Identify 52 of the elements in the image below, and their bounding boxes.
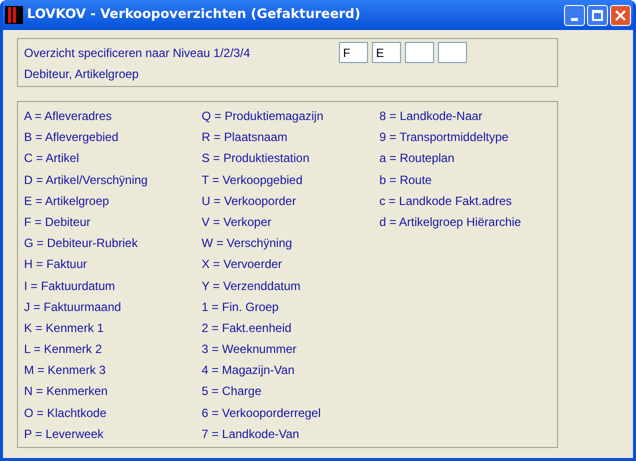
level-field[interactable]: [438, 42, 467, 63]
level-field[interactable]: F: [339, 42, 368, 63]
code-legend-item: 1 = Fin. Groep: [202, 298, 279, 316]
maximize-button[interactable]: [587, 4, 608, 26]
minimize-button[interactable]: [564, 4, 585, 26]
code-legend-item: B = Aflevergebied: [24, 129, 118, 146]
level-field[interactable]: [405, 42, 434, 63]
code-legend-item: R = Plaatsnaam: [202, 129, 288, 146]
code-legend-item: D = Artikel/Verschÿning: [24, 172, 148, 189]
level-description: Debiteur, Artikelgroep: [24, 66, 139, 83]
maximize-icon: [592, 10, 603, 20]
window-title: LOVKOV - Verkoopoverzichten (Gefaktureerd): [27, 6, 360, 24]
code-legend-item: L = Kenmerk 2: [24, 341, 102, 358]
code-legend-item: 9 = Transportmiddeltype: [379, 129, 508, 146]
code-legend-item: W = Verschÿning: [202, 235, 292, 252]
code-legend-item: a = Routeplan: [379, 150, 454, 168]
code-legend-item: U = Verkooporder: [202, 192, 296, 210]
close-button[interactable]: [610, 4, 631, 26]
code-legend-item: N = Kenmerken: [24, 383, 108, 400]
code-legend-item: M = Kenmerk 3: [24, 362, 106, 380]
code-legend-item: T = Verkoopgebied: [202, 172, 303, 189]
code-legend-item: c = Landkode Fakt.adres: [379, 192, 512, 210]
code-legend-item: 5 = Charge: [202, 383, 262, 400]
code-legend-item: Q = Produktiemagazijn: [202, 108, 324, 125]
code-legend-item: I = Faktuurdatum: [24, 278, 116, 294]
code-legend-item: A = Afleveradres: [24, 108, 112, 125]
code-legend-item: F = Debiteur: [24, 214, 90, 231]
code-legend-item: S = Produktiestation: [202, 150, 310, 168]
close-icon: [615, 10, 626, 20]
code-legend-item: P = Leverweek: [24, 426, 104, 443]
code-legend-item: 4 = Magazijn-Van: [202, 362, 295, 380]
minimize-icon: [571, 18, 578, 20]
code-legend-item: d = Artikelgroep Hiërarchie: [379, 214, 522, 231]
code-legend-item: 3 = Weeknummer: [202, 341, 296, 358]
code-legend-item: 7 = Landkode-Van: [202, 426, 300, 443]
code-legend-item: X = Vervoerder: [202, 256, 282, 274]
code-legend-item: C = Artikel: [24, 150, 80, 168]
code-legend-item: K = Kenmerk 1: [24, 320, 104, 337]
code-legend-item: b = Route: [379, 172, 432, 189]
level-field[interactable]: E: [372, 42, 401, 63]
code-legend-item: V = Verkoper: [202, 214, 272, 231]
code-legend-item: 6 = Verkooporderregel: [202, 404, 321, 422]
level-label: Overzicht specificeren naar Niveau 1/2/3/4: [24, 44, 252, 62]
code-legend-item: H = Faktuur: [24, 256, 88, 274]
app-icon: [5, 6, 23, 24]
code-legend-item: G = Debiteur-Rubriek: [24, 235, 138, 252]
code-legend-item: J = Faktuurmaand: [24, 298, 122, 316]
code-legend-item: Y = Verzenddatum: [202, 278, 301, 294]
code-legend-item: 2 = Fakt.eenheid: [202, 320, 292, 337]
code-legend-item: O = Klachtkode: [24, 404, 106, 422]
code-legend-item: 8 = Landkode-Naar: [379, 108, 482, 125]
code-legend-item: E = Artikelgroep: [24, 192, 110, 210]
